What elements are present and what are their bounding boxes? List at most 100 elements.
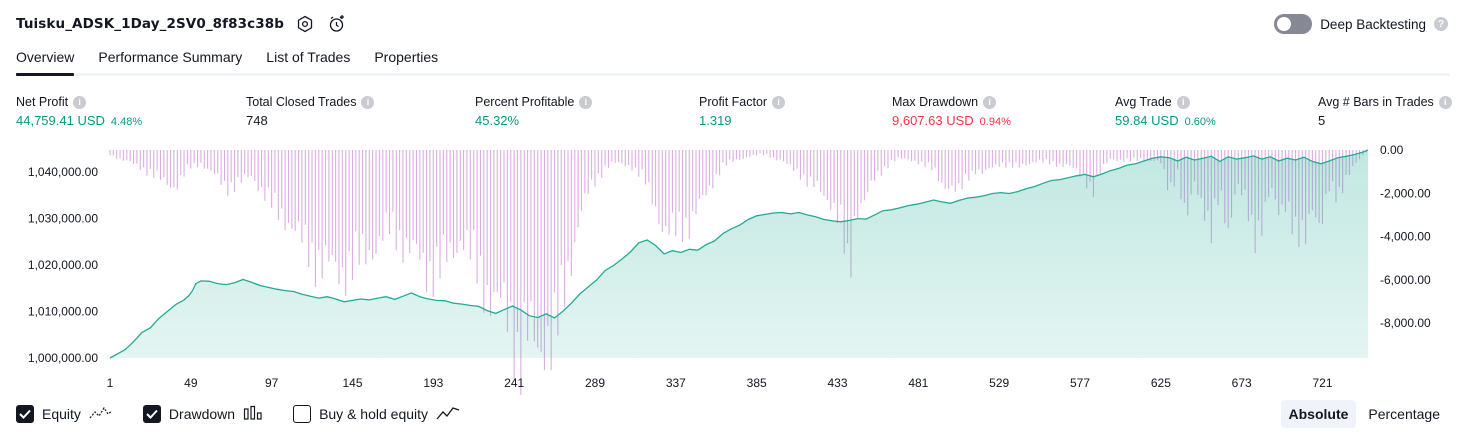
tab-list-of-trades[interactable]: List of Trades — [266, 48, 350, 76]
drawdown-bar — [463, 150, 465, 251]
drawdown-bar — [230, 150, 232, 183]
drawdown-bar — [1109, 150, 1111, 159]
drawdown-bar — [1032, 150, 1034, 162]
alert-clock-icon[interactable] — [326, 13, 348, 35]
drawdown-bar — [479, 150, 481, 256]
drawdown-bar — [806, 150, 808, 187]
equity-drawdown-chart[interactable]: 1,040,000.00 1,030,000.00 1,020,000.00 1,01… — [0, 140, 1466, 400]
drawdown-bar — [412, 150, 414, 241]
drawdown-bar — [257, 150, 259, 192]
drawdown-bar — [826, 150, 828, 201]
chart-legend: Equity Drawdown Buy & hold equity — [16, 403, 490, 425]
buy-hold-checkbox[interactable] — [293, 405, 312, 423]
legend-equity[interactable]: Equity — [16, 405, 113, 424]
tab-properties[interactable]: Properties — [374, 48, 438, 76]
drawdown-bar — [796, 150, 798, 169]
drawdown-bar — [937, 150, 940, 181]
drawdown-bar — [1005, 150, 1007, 168]
metric-value: 1.319 — [699, 113, 732, 128]
drawdown-bar — [580, 150, 583, 211]
legend-buy-hold[interactable]: Buy & hold equity — [293, 405, 460, 424]
drawdown-bar — [345, 150, 347, 296]
drawdown-bar — [486, 150, 488, 285]
drawdown-bar — [675, 150, 677, 237]
settings-icon[interactable] — [294, 13, 316, 35]
drawdown-bar — [254, 150, 256, 182]
info-icon[interactable]: i — [772, 95, 786, 109]
drawdown-bar — [887, 150, 889, 169]
drawdown-bar — [298, 150, 300, 222]
metric-label: Profit Factor — [699, 95, 768, 109]
drawdown-bar — [671, 150, 673, 213]
drawdown-bar — [661, 150, 663, 233]
drawdown-bar — [1113, 150, 1115, 160]
metric-value: 9,607.63 USD — [892, 113, 974, 128]
drawdown-bar — [698, 150, 700, 199]
drawdown-bar — [439, 150, 441, 279]
drawdown-bar — [1049, 150, 1051, 165]
drawdown-bar — [867, 150, 869, 193]
drawdown-bar — [624, 150, 626, 167]
info-icon[interactable]: i — [983, 95, 997, 109]
drawdown-bar — [294, 150, 296, 231]
drawdown-bar — [756, 150, 758, 156]
drawdown-bar — [530, 150, 532, 302]
drawdown-bar — [611, 150, 613, 162]
drawdown-bar — [594, 150, 596, 187]
drawdown-bar — [516, 150, 519, 332]
drawdown-bar — [1146, 150, 1148, 160]
drawdown-bar — [560, 150, 562, 266]
deep-backtesting-toggle[interactable] — [1274, 14, 1313, 34]
metric-value: 45.32% — [475, 113, 520, 128]
drawdown-bar — [628, 150, 630, 165]
metric-net-profit: Net Profit i 44,759.41 USD 4.48% — [16, 94, 142, 129]
info-icon[interactable]: i — [579, 95, 593, 109]
legend-drawdown[interactable]: Drawdown — [142, 405, 263, 424]
drawdown-bar — [1099, 150, 1101, 175]
drawdown-bar — [830, 150, 832, 210]
drawdown-bar — [816, 150, 818, 181]
drawdown-bar — [452, 150, 455, 258]
drawdown-bar — [803, 150, 805, 175]
drawdown-bar — [739, 150, 741, 161]
drawdown-bar — [564, 150, 566, 308]
drawdown-bar — [500, 150, 502, 298]
tab-performance-summary[interactable]: Performance Summary — [98, 48, 242, 76]
drawdown-bar — [927, 150, 929, 163]
help-icon[interactable]: ? — [1434, 17, 1448, 31]
left-axis-tick: 1,040,000.00 — [28, 165, 98, 179]
drawdown-bar — [894, 150, 896, 162]
legend-label: Equity — [42, 406, 81, 422]
drawdown-bar — [405, 150, 407, 239]
info-icon[interactable]: i — [361, 95, 375, 109]
drawdown-bar — [884, 150, 886, 166]
tab-overview[interactable]: Overview — [16, 48, 75, 76]
drawdown-bar — [426, 150, 428, 292]
x-axis-tick: 385 — [747, 376, 767, 390]
drawdown-bar — [634, 150, 636, 168]
percentage-button[interactable]: Percentage — [1360, 400, 1448, 428]
drawdown-bar — [129, 150, 131, 162]
drawdown-bar — [809, 150, 812, 177]
drawdown-bar — [247, 150, 249, 178]
metric-value: 59.84 USD — [1115, 113, 1179, 128]
drawdown-bar — [510, 150, 512, 302]
info-icon[interactable]: i — [73, 95, 87, 109]
x-axis-tick: 49 — [184, 376, 198, 390]
drawdown-bar — [1096, 150, 1098, 175]
drawdown-bar — [587, 150, 589, 195]
drawdown-bar — [459, 150, 461, 241]
tab-bar: Overview Performance Summary List of Tra… — [16, 48, 438, 76]
drawdown-checkbox[interactable] — [142, 405, 161, 423]
drawdown-bar — [570, 150, 572, 277]
drawdown-bar — [351, 150, 354, 280]
drawdown-bar — [180, 150, 182, 175]
drawdown-bar — [1136, 150, 1138, 161]
drawdown-bar — [223, 150, 226, 182]
absolute-button[interactable]: Absolute — [1280, 400, 1357, 428]
equity-checkbox[interactable] — [16, 405, 34, 423]
drawdown-bar — [274, 150, 276, 193]
drawdown-bar — [1015, 150, 1017, 163]
info-icon[interactable]: i — [1438, 95, 1452, 109]
info-icon[interactable]: i — [1176, 95, 1190, 109]
